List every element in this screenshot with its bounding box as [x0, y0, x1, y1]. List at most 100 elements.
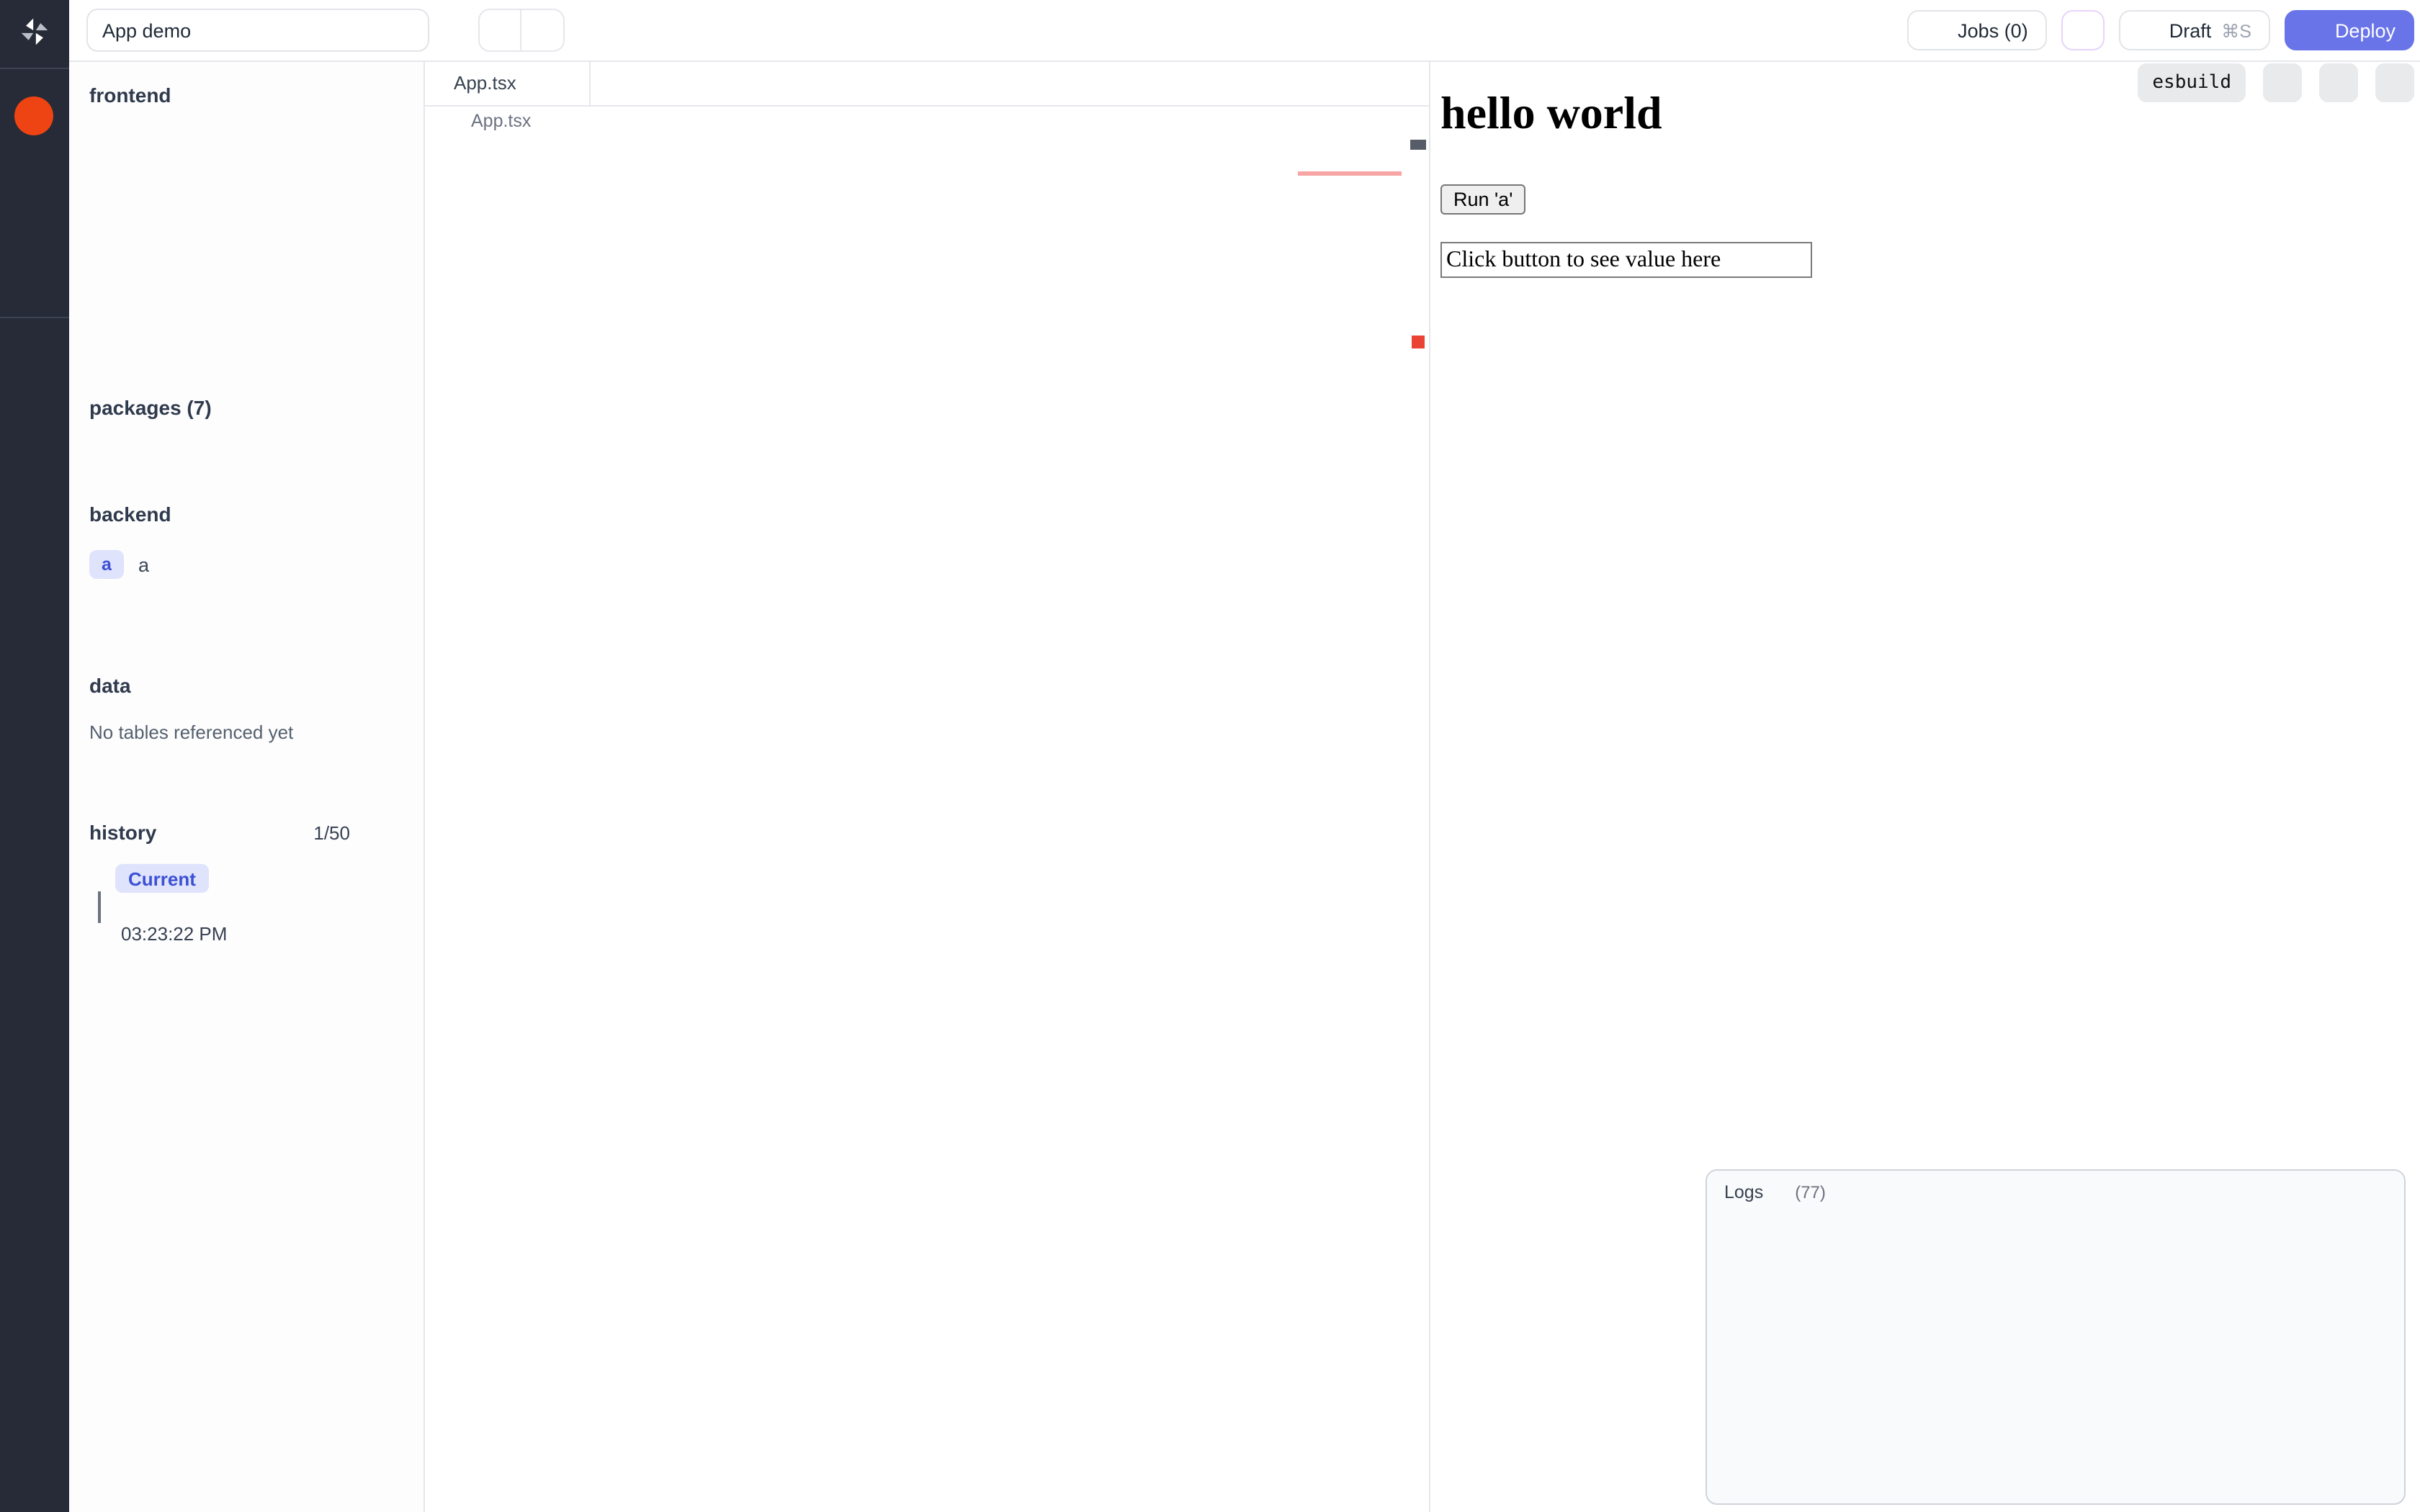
ai-wand-button[interactable]	[2061, 10, 2105, 50]
rail-workspace-button[interactable]	[14, 96, 53, 135]
history-counter: 1/50	[313, 822, 350, 843]
history-section: history 1/50 Current 03:23:22 PM	[69, 816, 424, 966]
add-folder-button[interactable]	[364, 85, 406, 105]
rail-triggers-button[interactable]	[20, 557, 49, 586]
rail-tutorials-button[interactable]	[20, 609, 49, 638]
rail-audit-logs-button[interactable]	[20, 1315, 49, 1344]
left-rail	[0, 0, 69, 1512]
rail-resources-button[interactable]	[20, 507, 49, 536]
deploy-label: Deploy	[2335, 19, 2396, 41]
app-preview-panel: esbuild hello world Run 'a' Click button…	[1429, 60, 2420, 1512]
preview-content: hello world Run 'a' Click button to see …	[1440, 60, 2420, 278]
deploy-button[interactable]: Deploy	[2285, 10, 2414, 50]
tab-app-tsx[interactable]: App.tsx	[425, 60, 591, 105]
code-area[interactable]	[425, 138, 1429, 1512]
chevron-down-icon	[1767, 1184, 1783, 1200]
file-icon	[386, 504, 406, 524]
editor-menu-button[interactable]	[1387, 71, 1410, 94]
plus-icon	[364, 676, 383, 695]
lightbulb-icon[interactable]	[432, 143, 454, 164]
preview-heading: hello world	[1440, 86, 2420, 140]
add-table-button[interactable]	[364, 675, 406, 696]
more-menu-button[interactable]	[1864, 16, 1893, 45]
rail-divider	[0, 68, 69, 69]
draft-label: Draft	[2169, 19, 2212, 41]
dashed-circle-icon	[89, 868, 108, 887]
top-toolbar: Jobs (0) Draft ⌘S Deploy	[69, 0, 2420, 62]
rail-workers-button[interactable]	[20, 1212, 49, 1241]
draft-button[interactable]: Draft ⌘S	[2119, 10, 2270, 50]
data-section: data No tables referenced yet	[69, 670, 424, 743]
rail-favorites-button[interactable]	[20, 156, 49, 184]
data-empty-text: No tables referenced yet	[69, 721, 424, 743]
split-view-button[interactable]	[1345, 71, 1368, 94]
breadcrumb[interactable]: App.tsx	[425, 105, 1429, 137]
circle-icon	[89, 926, 107, 943]
jobs-label: Jobs (0)	[1958, 19, 2028, 41]
rail-flows-button[interactable]	[20, 747, 49, 776]
logs-output[interactable]	[1724, 1191, 2396, 1503]
rail-help-button[interactable]	[20, 1413, 49, 1441]
frontend-section: frontend	[69, 79, 424, 122]
gear-icon[interactable]	[307, 675, 327, 696]
windmill-logo-icon[interactable]	[19, 16, 50, 48]
value-box: Click button to see value here	[1440, 242, 1812, 278]
chevron-right-icon[interactable]	[385, 397, 406, 418]
save-icon	[2138, 19, 2159, 41]
run-a-button[interactable]: Run 'a'	[1440, 184, 1525, 215]
backend-script-item[interactable]: a a	[69, 550, 424, 579]
scrollbar-thumb[interactable]	[1410, 140, 1426, 150]
app-title-input[interactable]	[86, 9, 429, 52]
rail-divider	[0, 317, 69, 318]
history-current-badge[interactable]: Current	[115, 864, 209, 893]
logs-header: Logs (77)	[1707, 1171, 2404, 1207]
backend-section: backend a a	[69, 498, 424, 579]
minimap-error-line	[1298, 171, 1402, 175]
rail-home-button[interactable]	[20, 351, 49, 380]
draft-shortcut: ⌘S	[2221, 19, 2251, 41]
minimap[interactable]	[1298, 138, 1402, 628]
overview-ruler[interactable]	[1409, 138, 1429, 1512]
rail-variables-button[interactable]	[20, 455, 49, 484]
backend-section-title: backend	[89, 503, 171, 526]
rail-folders-button[interactable]	[20, 1263, 49, 1292]
logs-dropdown[interactable]: Logs	[1724, 1182, 1783, 1202]
database-icon	[386, 675, 406, 696]
logs-panel: Logs (77)	[1706, 1169, 2406, 1505]
rail-settings-button[interactable]	[20, 1159, 49, 1188]
undo-button[interactable]	[478, 9, 521, 52]
logs-count: (77)	[1795, 1182, 1826, 1202]
script-badge: a	[89, 550, 124, 579]
add-file-button[interactable]	[300, 85, 341, 105]
snapshot-button[interactable]	[364, 822, 406, 842]
rail-inbox-button[interactable]	[20, 799, 49, 828]
rail-schedules-button[interactable]	[20, 697, 49, 726]
tab-label: App.tsx	[454, 72, 516, 94]
rail-account-button[interactable]	[20, 1109, 49, 1138]
packages-section[interactable]: packages (7)	[69, 392, 424, 423]
plus-icon	[364, 505, 383, 523]
script-label: a	[138, 554, 149, 575]
plus-icon	[300, 86, 318, 104]
rail-runs-button[interactable]	[20, 402, 49, 431]
rail-expand-button[interactable]	[20, 1463, 49, 1492]
chevron-right-icon	[451, 113, 467, 129]
jobs-button[interactable]: Jobs (0)	[1907, 10, 2047, 50]
history-timeline: Current 03:23:22 PM	[89, 865, 424, 966]
undo-redo-group	[478, 9, 565, 52]
side-panel: frontend packages (7) backend a a	[69, 60, 425, 1512]
windmill-app-editor: Jobs (0) Draft ⌘S Deploy frontend package…	[0, 0, 2420, 1512]
rail-search-button[interactable]	[20, 206, 49, 235]
close-icon[interactable]	[556, 73, 575, 92]
info-icon[interactable]	[141, 676, 160, 695]
packages-section-title: packages (7)	[89, 396, 212, 419]
rail-add-button[interactable]	[20, 851, 49, 880]
building-icon	[22, 104, 45, 127]
data-section-title: data	[89, 674, 131, 697]
file-icon	[321, 85, 341, 105]
rail-ai-button[interactable]	[20, 258, 49, 287]
redo-button[interactable]	[521, 9, 565, 52]
history-timestamp[interactable]: 03:23:22 PM	[121, 923, 227, 945]
save-icon	[2303, 19, 2325, 41]
add-backend-script-button[interactable]	[364, 504, 406, 524]
